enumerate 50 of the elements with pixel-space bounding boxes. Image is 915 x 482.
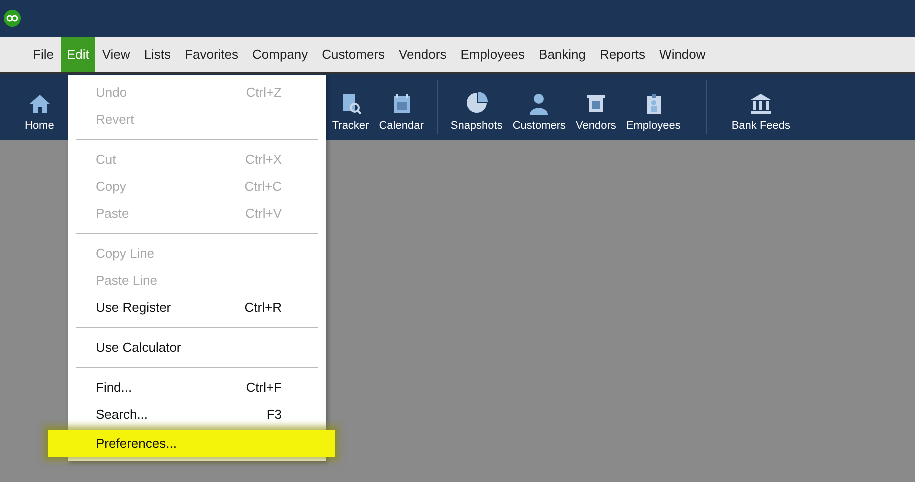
option-label: Paste Line [96, 272, 158, 290]
toolbar-button[interactable]: Customers [508, 74, 572, 140]
menu-option[interactable]: Search... F3 [68, 401, 326, 428]
menu-item[interactable]: Favorites [178, 37, 246, 72]
option-label: Copy Line [96, 244, 155, 263]
person-icon [528, 92, 550, 114]
toolbar-button[interactable]: Employees [621, 74, 686, 140]
bank-icon [750, 92, 772, 114]
menu-item[interactable]: Vendors [392, 37, 454, 72]
option-label: Undo [96, 84, 128, 102]
toolbar-button[interactable]: Tracker [327, 74, 374, 140]
shortcut-label: Ctrl+X [246, 150, 282, 169]
option-label: Use Calculator [96, 338, 182, 357]
option-label: Preferences... [96, 434, 177, 453]
shortcut-label: Ctrl+V [246, 204, 282, 223]
menu-option[interactable]: Use Calculator [68, 334, 326, 361]
option-label: Use Register [96, 298, 172, 317]
menu-item[interactable]: Customers [315, 37, 392, 72]
shortcut-label: Ctrl+Z [246, 84, 282, 102]
shortcut-label: Ctrl+R [244, 298, 282, 317]
toolbar-button[interactable]: Snapshots [446, 74, 508, 140]
option-label: Find... [96, 378, 132, 397]
shortcut-label: F3 [266, 406, 282, 424]
option-label: Revert [96, 110, 134, 129]
toolbar-button[interactable]: Home [20, 74, 60, 140]
option-label: Search... [96, 406, 148, 424]
option-label: Copy [96, 178, 126, 196]
app-logo-icon [4, 10, 21, 27]
menu-option[interactable]: Preferences... [48, 430, 335, 457]
pie-chart-icon [464, 90, 489, 114]
menu-item[interactable]: Company [246, 37, 316, 72]
menu-option[interactable]: Use Register Ctrl+R [68, 294, 326, 321]
shortcut-label: Ctrl+C [244, 178, 282, 196]
menu-item[interactable]: Edit [60, 37, 96, 72]
menu-item[interactable]: Lists [137, 37, 178, 72]
toolbar-button[interactable]: Vendors [571, 74, 622, 140]
menu-item[interactable]: View [95, 37, 138, 72]
shortcut-label: Ctrl+F [246, 378, 282, 397]
menu-item[interactable]: Employees [454, 37, 532, 72]
house-icon [28, 92, 51, 114]
toolbar-button[interactable]: Calendar [374, 74, 429, 140]
option-label: Paste [96, 204, 130, 223]
storefront-icon [585, 92, 608, 114]
toolbar-button[interactable]: Bank Feeds [726, 74, 796, 140]
option-label: Cut [96, 150, 116, 169]
menu-item[interactable]: File [26, 37, 61, 72]
menu-item[interactable]: Reports [593, 37, 653, 72]
menu-item[interactable]: Banking [532, 37, 594, 72]
menu-item[interactable]: Window [652, 37, 713, 72]
menu-option[interactable]: Find... Ctrl+F [68, 374, 326, 401]
